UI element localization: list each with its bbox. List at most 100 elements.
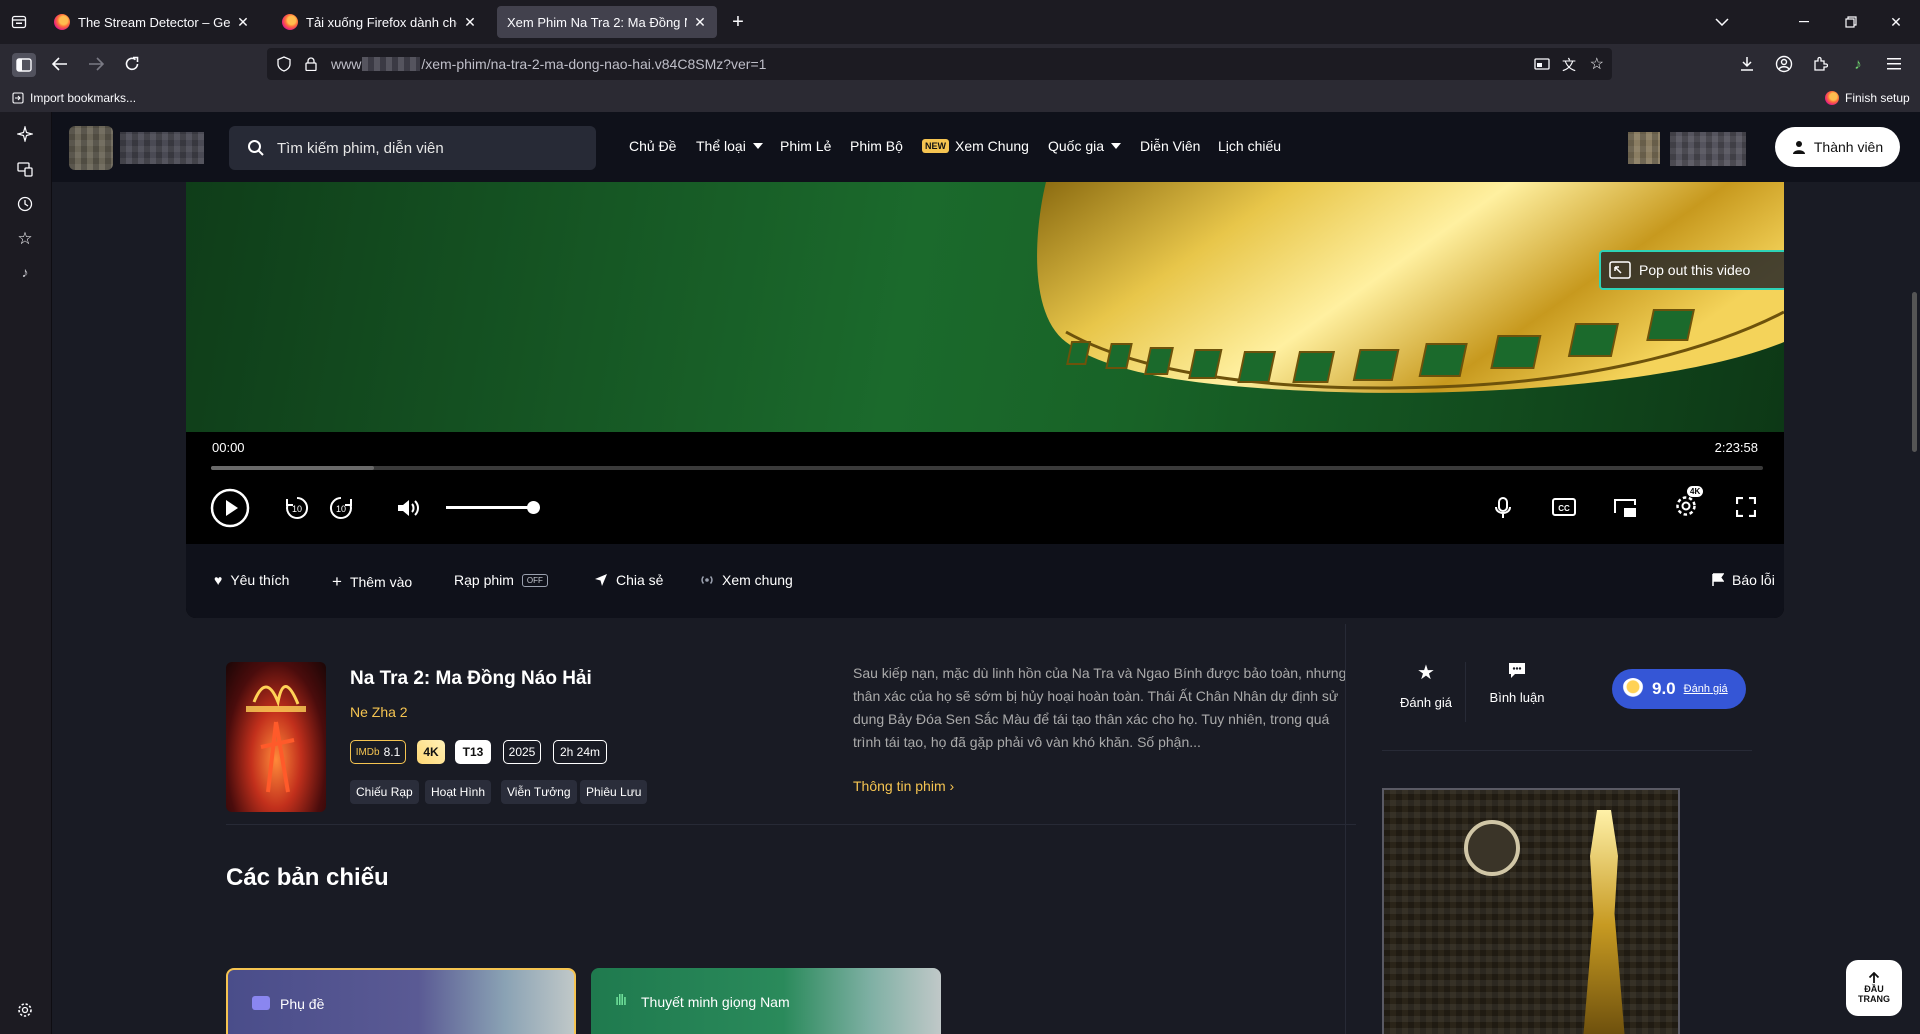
- browser-nav-bar: www /xem-phim/na-tra-2-ma-dong-nao-hai.v…: [0, 44, 1920, 84]
- genre-tag[interactable]: Viễn Tưởng: [501, 780, 577, 804]
- picture-in-picture-icon[interactable]: [1534, 56, 1550, 72]
- pop-out-video-button[interactable]: Pop out this video: [1599, 250, 1784, 290]
- play-button[interactable]: [210, 488, 250, 528]
- genre-tag[interactable]: Chiếu Rạp: [350, 780, 419, 804]
- svg-text:10: 10: [292, 504, 302, 514]
- lock-icon[interactable]: [305, 57, 319, 71]
- back-icon[interactable]: [50, 54, 70, 74]
- nav-phim-le[interactable]: Phim Lẻ: [780, 138, 831, 154]
- nav-quoc-gia[interactable]: Quốc gia: [1048, 138, 1122, 154]
- year-tag: 2025: [503, 740, 541, 764]
- list-all-tabs-icon[interactable]: [1712, 12, 1732, 32]
- movie-info-link[interactable]: Thông tin phim ›: [853, 778, 954, 794]
- current-time: 00:00: [212, 440, 245, 455]
- watch-together-button[interactable]: Xem chung: [700, 572, 793, 588]
- subtitles-button[interactable]: CC: [1552, 497, 1576, 517]
- seek-bar[interactable]: [211, 466, 1763, 470]
- version-card-dub-male[interactable]: ıllı Thuyết minh giọng Nam: [591, 968, 941, 1034]
- account-icon[interactable]: [1774, 54, 1794, 74]
- nav-the-loai[interactable]: Thể loại: [696, 138, 763, 154]
- tab-firefox-download[interactable]: Tải xuống Firefox dành cho máy ✕: [272, 6, 487, 38]
- bookmark-star-icon[interactable]: ☆: [1590, 54, 1604, 74]
- close-tab-icon[interactable]: ✕: [693, 14, 707, 31]
- rewind-10-icon: 10: [286, 496, 309, 519]
- search-input[interactable]: Tìm kiếm phim, diễn viên: [277, 140, 444, 157]
- import-bookmarks-button[interactable]: Import bookmarks...: [12, 91, 136, 105]
- nav-phim-bo[interactable]: Phim Bộ: [850, 138, 903, 154]
- url-bar[interactable]: www /xem-phim/na-tra-2-ma-dong-nao-hai.v…: [267, 48, 1612, 80]
- translate-icon[interactable]: 文: [1562, 55, 1576, 75]
- close-tab-icon[interactable]: ✕: [463, 14, 477, 31]
- sidebar-toggle-icon[interactable]: [12, 53, 36, 77]
- tab-stream-detector[interactable]: The Stream Detector – Get this ✕: [44, 6, 260, 38]
- volume-knob[interactable]: [527, 501, 541, 514]
- synced-tabs-icon[interactable]: [15, 159, 35, 179]
- report-error-button[interactable]: Báo lỗi: [1712, 572, 1775, 588]
- close-window-icon[interactable]: ✕: [1886, 12, 1906, 32]
- favorite-button[interactable]: ♥ Yêu thích: [214, 572, 289, 588]
- rating-link[interactable]: Đánh giá: [1684, 683, 1728, 695]
- volume-slider[interactable]: [446, 501, 541, 514]
- app-menu-icon[interactable]: [1884, 54, 1904, 74]
- volume-fill: [446, 506, 534, 509]
- downloads-icon[interactable]: [1737, 54, 1757, 74]
- tab-active-movie[interactable]: Xem Phim Na Tra 2: Ma Đồng Náo ✕: [497, 6, 717, 38]
- genre-tag[interactable]: Hoạt Hình: [425, 780, 492, 804]
- ai-chatbot-icon[interactable]: [15, 124, 35, 144]
- customize-sidebar-gear-icon[interactable]: [15, 1000, 35, 1020]
- settings-button[interactable]: 4K: [1674, 486, 1704, 518]
- firefox-icon: [282, 14, 298, 30]
- promo-app-icon[interactable]: [1628, 132, 1660, 164]
- sidebar-promo-banner[interactable]: [1382, 788, 1680, 1034]
- music-extension-icon[interactable]: ♪: [15, 262, 35, 282]
- rewind-10-button[interactable]: 10: [284, 495, 310, 521]
- fullscreen-button[interactable]: [1736, 497, 1756, 517]
- nav-lich-chieu[interactable]: Lịch chiếu: [1218, 138, 1281, 154]
- microphone-button[interactable]: [1493, 496, 1513, 520]
- history-icon[interactable]: [15, 194, 35, 214]
- nav-label: Phim Lẻ: [780, 138, 832, 154]
- comment-button[interactable]: Bình luận: [1482, 660, 1552, 705]
- member-button[interactable]: Thành viên: [1775, 127, 1900, 167]
- rating-badge[interactable]: 9.0 Đánh giá: [1612, 669, 1746, 709]
- forward-icon[interactable]: [86, 54, 106, 74]
- imdb-badge: IMDb 8.1: [350, 740, 406, 764]
- volume-button[interactable]: [396, 498, 422, 518]
- audio-wave-icon: ıllı: [615, 992, 627, 1009]
- back-to-top-button[interactable]: ĐẦU TRANG: [1846, 960, 1902, 1016]
- page-scrollbar[interactable]: [1912, 292, 1917, 452]
- shield-icon[interactable]: [277, 56, 293, 72]
- comment-label: Bình luận: [1489, 690, 1545, 705]
- flag-icon: [1712, 573, 1724, 586]
- version-card-subtitle[interactable]: Phụ đề: [226, 968, 576, 1034]
- theater-mode-toggle[interactable]: Rạp phim OFF: [454, 572, 548, 588]
- finish-setup-button[interactable]: Finish setup: [1825, 91, 1910, 105]
- video-frame[interactable]: Pop out this video: [186, 182, 1784, 432]
- minimize-icon[interactable]: [1795, 12, 1815, 32]
- share-button[interactable]: Chia sẻ: [594, 572, 663, 588]
- bookmarks-star-icon[interactable]: ☆: [15, 229, 35, 249]
- movie-poster[interactable]: [226, 662, 326, 812]
- nav-chu-de[interactable]: Chủ Đề: [629, 138, 676, 154]
- subtitle-icon: [252, 996, 270, 1010]
- rate-button[interactable]: ★ Đánh giá: [1396, 660, 1456, 710]
- nav-xem-chung[interactable]: NEW Xem Chung: [922, 138, 1029, 154]
- close-tab-icon[interactable]: ✕: [236, 14, 250, 31]
- nav-dien-vien[interactable]: Diễn Viên: [1140, 138, 1200, 154]
- url-path: /xem-phim/na-tra-2-ma-dong-nao-hai.v84C8…: [421, 56, 767, 72]
- member-button-label: Thành viên: [1813, 139, 1884, 155]
- broadcast-icon: [701, 575, 713, 585]
- mini-player-button[interactable]: [1612, 497, 1638, 519]
- forward-10-button[interactable]: 10: [328, 495, 354, 521]
- extensions-icon[interactable]: [1810, 54, 1830, 74]
- reload-icon[interactable]: [122, 54, 142, 74]
- restore-icon[interactable]: [1841, 12, 1861, 32]
- tab-list-icon[interactable]: [9, 12, 29, 32]
- stream-detector-extension-icon[interactable]: ♪: [1848, 54, 1868, 74]
- search-box[interactable]: Tìm kiếm phim, diễn viên: [229, 126, 596, 170]
- genre-tag[interactable]: Phiêu Lưu: [580, 780, 648, 804]
- add-to-list-button[interactable]: + Thêm vào: [332, 572, 412, 592]
- new-tab-icon[interactable]: +: [728, 11, 748, 33]
- site-logo[interactable]: [69, 126, 113, 170]
- imdb-label: IMDb: [355, 746, 380, 758]
